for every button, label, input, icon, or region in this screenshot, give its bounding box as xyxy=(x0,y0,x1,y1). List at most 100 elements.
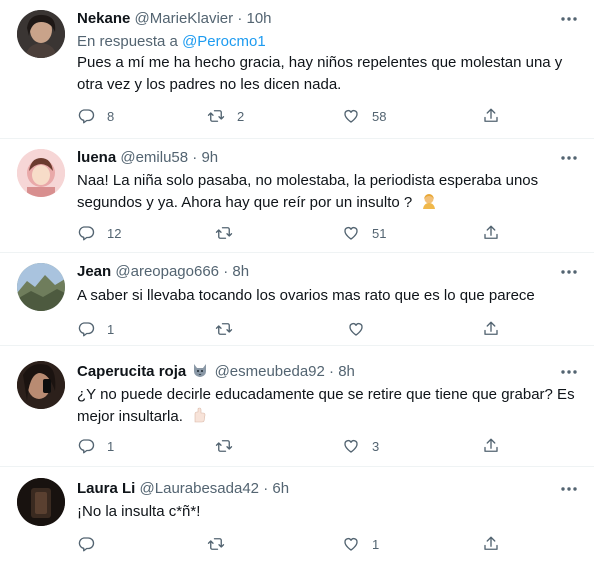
tweet-text-line: otra vez y los padres no les dicen nada. xyxy=(77,76,342,93)
reply-icon xyxy=(78,226,95,241)
more-icon[interactable] xyxy=(558,362,580,382)
replying-to: En respuesta a @Perocmo1 xyxy=(77,32,266,52)
timestamp[interactable]: 6h xyxy=(272,480,289,497)
display-name[interactable]: Caperucita roja xyxy=(77,363,186,380)
share-button[interactable] xyxy=(482,534,500,554)
share-button[interactable] xyxy=(482,319,500,339)
timestamp[interactable]: 8h xyxy=(232,263,249,280)
like-button[interactable]: 51 xyxy=(342,223,386,243)
avatar[interactable] xyxy=(17,149,65,197)
separator: · xyxy=(329,363,335,380)
tweet-text-line: Pues a mí me ha hecho gracia, hay niños … xyxy=(77,54,563,71)
reply-icon xyxy=(78,439,95,454)
heart-icon xyxy=(344,110,358,123)
retweet-button[interactable] xyxy=(215,436,233,456)
tweet[interactable]: Caperucita roja @esmeubeda92 · 8h ¿Y no … xyxy=(0,346,594,466)
wolf-emoji-icon xyxy=(192,362,208,384)
separator: · xyxy=(237,10,243,27)
heart-icon xyxy=(349,323,363,336)
timestamp[interactable]: 8h xyxy=(338,363,355,380)
avatar[interactable] xyxy=(17,10,65,58)
tweet-text-line: Naa! La niña solo pasaba, no molestaba, … xyxy=(77,172,539,189)
like-button[interactable]: 1 xyxy=(342,534,379,554)
retweet-icon xyxy=(207,110,225,122)
username[interactable]: @MarieKlavier xyxy=(135,10,234,27)
reply-button[interactable]: 1 xyxy=(77,436,114,456)
username[interactable]: @emilu58 xyxy=(120,149,188,166)
share-button[interactable] xyxy=(482,436,500,456)
reply-icon xyxy=(78,322,95,337)
like-button[interactable]: 3 xyxy=(342,436,379,456)
username[interactable]: @esmeubeda92 xyxy=(215,363,325,380)
display-name[interactable]: Jean xyxy=(77,263,111,280)
tweet-text: ¿Y no puede decirle educadamente que se … xyxy=(77,384,577,428)
tweet[interactable]: Nekane @MarieKlavier · 10h En respuesta … xyxy=(0,0,594,138)
display-name[interactable]: Nekane xyxy=(77,10,130,27)
share-icon xyxy=(484,438,498,452)
tweet-text: A saber si llevaba tocando los ovarios m… xyxy=(77,285,577,307)
share-icon xyxy=(484,225,498,239)
action-bar: 1 xyxy=(77,534,517,554)
retweet-icon xyxy=(215,227,233,239)
tweet[interactable]: luena @emilu58 · 9h Naa! La niña solo pa… xyxy=(0,139,594,252)
timestamp[interactable]: 9h xyxy=(201,149,218,166)
retweet-icon xyxy=(215,323,233,335)
display-name[interactable]: luena xyxy=(77,149,116,166)
person-facepalming-emoji-icon xyxy=(421,193,437,209)
separator: · xyxy=(192,149,198,166)
tweet-text-line: ¿Y no puede decirle educadamente que se … xyxy=(77,386,575,403)
heart-icon xyxy=(344,538,358,551)
share-icon xyxy=(484,108,498,122)
action-bar: 1 xyxy=(77,319,517,339)
reply-count: 8 xyxy=(107,108,115,124)
display-name[interactable]: Laura Li xyxy=(77,480,135,497)
retweet-button[interactable] xyxy=(207,534,225,554)
reply-button[interactable]: 8 xyxy=(77,106,114,126)
tweet-text-line: mejor insultarla. xyxy=(77,408,183,425)
share-icon xyxy=(484,536,498,550)
tweet-text: Pues a mí me ha hecho gracia, hay niños … xyxy=(77,52,577,96)
retweet-count: 2 xyxy=(237,108,245,124)
retweet-button[interactable] xyxy=(215,319,233,339)
more-icon[interactable] xyxy=(558,262,580,282)
reply-button[interactable]: 1 xyxy=(77,319,114,339)
retweet-icon xyxy=(207,538,225,550)
share-button[interactable] xyxy=(482,223,500,243)
replying-to-handle[interactable]: @Perocmo1 xyxy=(182,33,266,50)
more-icon[interactable] xyxy=(558,479,580,499)
avatar[interactable] xyxy=(17,263,65,311)
username[interactable]: @Laurabesada42 xyxy=(140,480,260,497)
like-count: 51 xyxy=(372,225,387,241)
action-bar: 8 2 58 xyxy=(77,106,517,126)
share-button[interactable] xyxy=(482,106,500,126)
thumb-gesture-emoji-icon xyxy=(191,407,207,423)
tweet[interactable]: Laura Li @Laurabesada42 · 6h ¡No la insu… xyxy=(0,467,594,562)
like-button[interactable]: 58 xyxy=(342,106,386,126)
heart-icon xyxy=(344,440,358,453)
action-bar: 1 3 xyxy=(77,436,517,456)
tweet-text-line: ¡No la insulta c*ñ*! xyxy=(77,503,201,520)
avatar[interactable] xyxy=(17,361,65,409)
reply-icon xyxy=(78,537,95,552)
like-button[interactable] xyxy=(347,319,365,339)
reply-button[interactable] xyxy=(77,534,95,554)
reply-count: 1 xyxy=(107,438,115,454)
retweet-icon xyxy=(215,440,233,452)
like-count: 1 xyxy=(372,536,380,552)
tweet[interactable]: Jean @areopago666 · 8h A saber si llevab… xyxy=(0,253,594,345)
heart-icon xyxy=(344,227,358,240)
more-icon[interactable] xyxy=(558,9,580,29)
retweet-button[interactable] xyxy=(215,223,233,243)
more-icon[interactable] xyxy=(558,148,580,168)
timestamp[interactable]: 10h xyxy=(246,10,271,27)
separator: · xyxy=(223,263,229,280)
username[interactable]: @areopago666 xyxy=(115,263,219,280)
tweet-text-line: segundos y ya. Ahora hay que reír por un… xyxy=(77,194,413,211)
share-icon xyxy=(484,321,498,335)
avatar[interactable] xyxy=(17,478,65,526)
retweet-button[interactable]: 2 xyxy=(207,106,244,126)
reply-count: 1 xyxy=(107,321,115,337)
tweet-text: Naa! La niña solo pasaba, no molestaba, … xyxy=(77,170,577,214)
tweet-text-line: A saber si llevaba tocando los ovarios m… xyxy=(77,287,535,304)
reply-button[interactable]: 12 xyxy=(77,223,121,243)
